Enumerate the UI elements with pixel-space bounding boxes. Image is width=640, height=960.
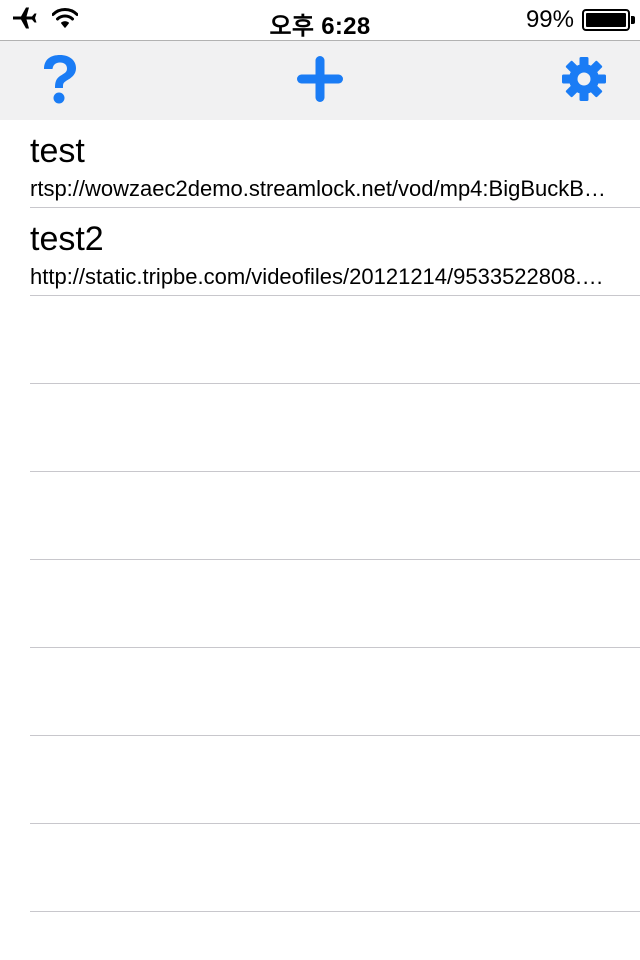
list-item[interactable] bbox=[30, 472, 640, 560]
list-item[interactable] bbox=[30, 296, 640, 384]
list-item[interactable]: test rtsp://wowzaec2demo.streamlock.net/… bbox=[30, 120, 640, 208]
toolbar bbox=[0, 40, 640, 120]
battery-tip bbox=[631, 16, 635, 24]
status-bar: 오후 6:28 99% bbox=[0, 0, 640, 40]
list-item-url: rtsp://wowzaec2demo.streamlock.net/vod/m… bbox=[30, 176, 608, 201]
list-item[interactable] bbox=[30, 648, 640, 736]
list-item[interactable] bbox=[30, 560, 640, 648]
list-item-title: test bbox=[30, 132, 85, 170]
add-icon bbox=[296, 55, 344, 108]
status-right: 99% bbox=[525, 6, 635, 34]
list-item-url: http://static.tripbe.com/videofiles/2012… bbox=[30, 264, 608, 289]
settings-button[interactable] bbox=[544, 41, 624, 121]
help-icon bbox=[38, 52, 82, 111]
list-item[interactable] bbox=[30, 384, 640, 472]
stream-list: test rtsp://wowzaec2demo.streamlock.net/… bbox=[0, 120, 640, 912]
battery-fill bbox=[586, 13, 626, 27]
battery-icon bbox=[582, 9, 635, 31]
list-item-title: test2 bbox=[30, 220, 104, 258]
list-item[interactable] bbox=[30, 824, 640, 912]
battery-percent: 99% bbox=[525, 6, 574, 33]
list-item[interactable] bbox=[30, 736, 640, 824]
list-item[interactable]: test2 http://static.tripbe.com/videofile… bbox=[30, 208, 640, 296]
settings-icon bbox=[561, 56, 607, 107]
add-button[interactable] bbox=[280, 41, 360, 121]
help-button[interactable] bbox=[20, 41, 100, 121]
